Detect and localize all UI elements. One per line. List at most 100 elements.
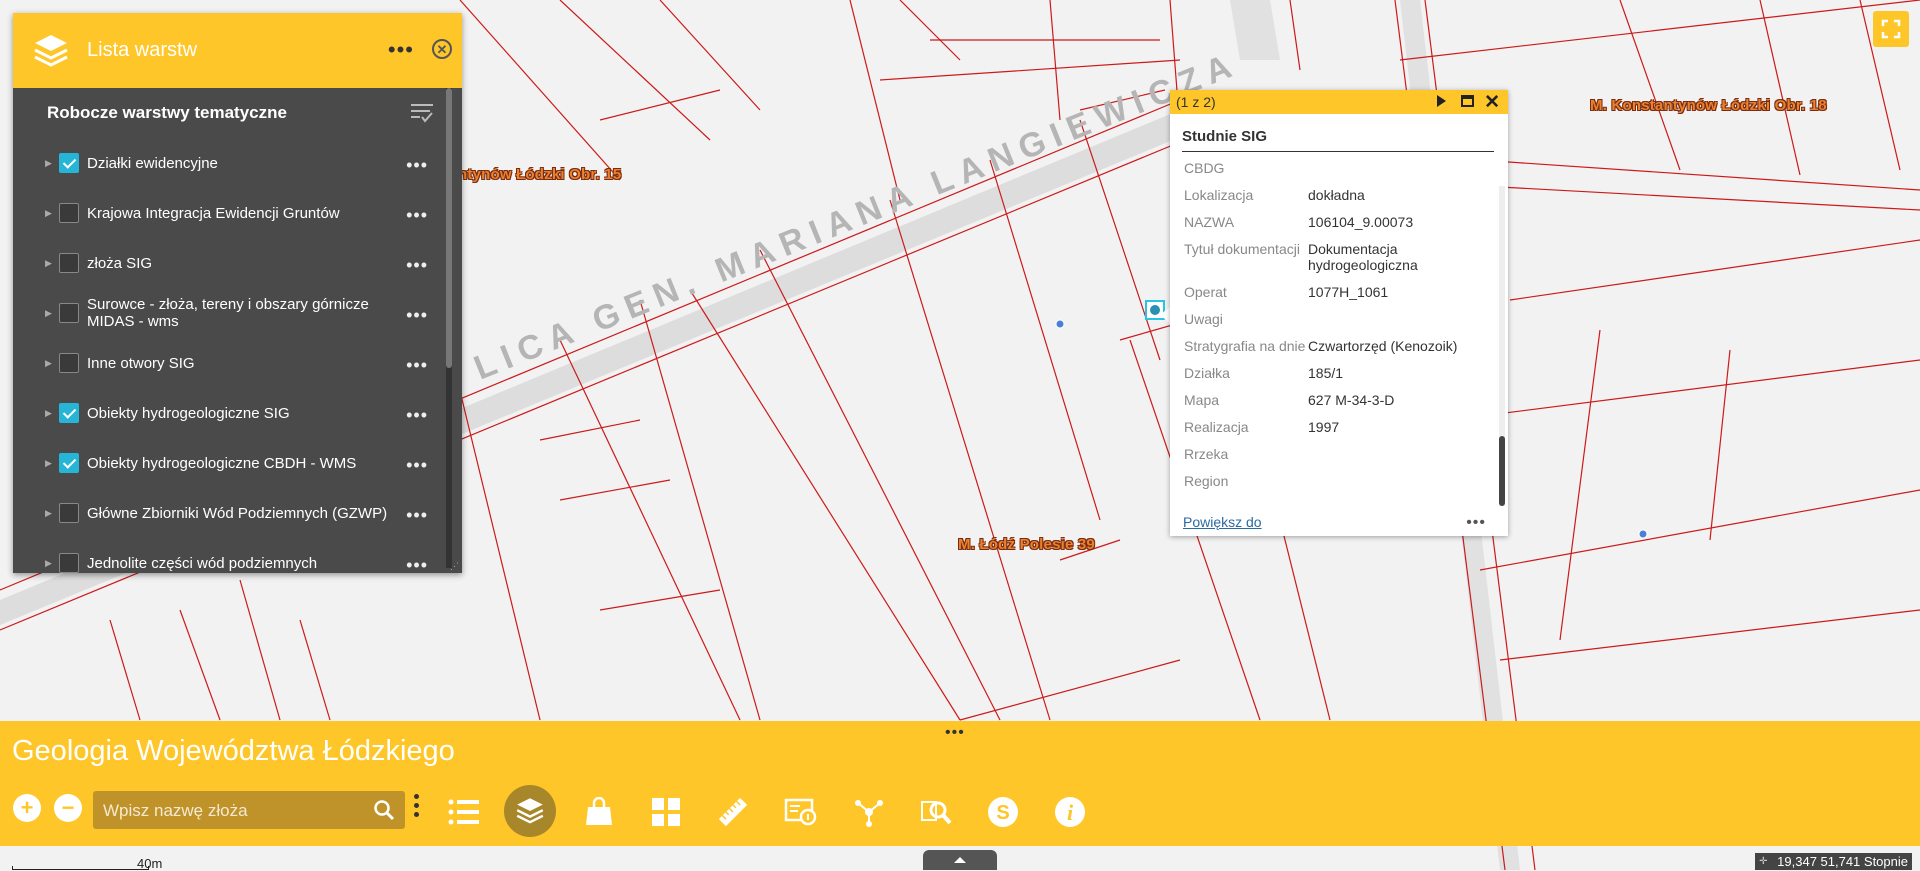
zoom-to-link[interactable]: Powiększ do [1183, 514, 1262, 530]
drag-handle-icon[interactable]: ••• [945, 724, 965, 742]
layer-item[interactable]: ▶ Jednolite części wód podziemnych ••• [13, 538, 462, 573]
s-circle-icon[interactable]: S [978, 787, 1028, 837]
popup-attributes[interactable]: CBDG Lokalizacja dokładna NAZWA 106104_9.0… [1170, 160, 1496, 508]
attribute-key: Region [1184, 473, 1229, 489]
layer-checkbox[interactable] [59, 153, 79, 173]
layer-item[interactable]: ▶ Obiekty hydrogeologiczne SIG ••• [13, 388, 462, 438]
more-icon[interactable]: ••• [388, 37, 414, 63]
section-header: Robocze warstwy tematyczne [13, 88, 462, 138]
close-icon[interactable]: ✕ [432, 39, 452, 59]
layer-options-icon[interactable]: ••• [406, 305, 428, 326]
basemap-bag-icon[interactable] [574, 787, 624, 837]
popup-header: (1 z 2) ✕ [1170, 90, 1508, 114]
attribute-value [1308, 160, 1488, 176]
attribute-row: Region [1184, 473, 1496, 489]
resize-handle-icon[interactable]: ⋰ [450, 561, 460, 571]
layer-checkbox[interactable] [59, 503, 79, 523]
attribute-value: 106104_9.00073 [1308, 214, 1414, 230]
attribute-value: Dokumentacja hydrogeologiczna [1308, 241, 1418, 273]
attribute-key: Stratygrafia na dnie [1184, 338, 1306, 354]
attribute-row: Tytuł dokumentacji Dokumentacja hydrogeol… [1184, 241, 1496, 273]
expand-arrow-icon[interactable]: ▶ [45, 558, 52, 569]
filter-list-icon[interactable] [410, 102, 434, 124]
layer-item[interactable]: ▶ Krajowa Integracja Ewidencji Gruntów •… [13, 188, 462, 238]
layer-checkbox[interactable] [59, 553, 79, 573]
layer-options-icon[interactable]: ••• [406, 455, 428, 476]
layer-label: Obiekty hydrogeologiczne SIG [87, 404, 290, 422]
search-zoom-icon[interactable] [911, 787, 961, 837]
layer-options-icon[interactable]: ••• [406, 205, 428, 226]
search-box [93, 791, 405, 829]
layer-checkbox[interactable] [59, 453, 79, 473]
scale-bar [12, 866, 149, 870]
attribute-value: Czwartorzęd (Kenozoik) [1308, 338, 1458, 354]
expand-arrow-icon[interactable]: ▶ [45, 458, 52, 469]
layer-checkbox[interactable] [59, 403, 79, 423]
expand-arrow-icon[interactable]: ▶ [45, 258, 52, 269]
search-input[interactable] [101, 800, 365, 822]
section-title: Robocze warstwy tematyczne [47, 103, 287, 122]
legend-list-icon[interactable] [439, 787, 489, 837]
next-feature-icon[interactable] [1437, 95, 1446, 107]
layer-label: Krajowa Integracja Ewidencji Gruntów [87, 204, 340, 222]
search-options-icon[interactable] [414, 794, 420, 821]
expand-arrow-icon[interactable]: ▶ [45, 358, 52, 369]
layer-checkbox[interactable] [59, 203, 79, 223]
layer-options-icon[interactable]: ••• [406, 155, 428, 176]
attribute-row: Działka 185/1 [1184, 365, 1496, 381]
layer-item[interactable]: ▶ Główne Zbiorniki Wód Podziemnych (GZWP… [13, 488, 462, 538]
layer-checkbox[interactable] [59, 253, 79, 273]
layer-item[interactable]: ▶ Surowce - złoża, tereny i obszary górn… [13, 288, 462, 338]
layer-label: Surowce - złoża, tereny i obszary górnic… [87, 296, 369, 330]
crosshair-icon: ✛ [1759, 856, 1768, 867]
attribute-value: 1077H_1061 [1308, 284, 1389, 300]
popup-scrollbar[interactable] [1499, 186, 1505, 506]
layers-icon[interactable] [504, 785, 556, 837]
map-info-icon[interactable] [776, 787, 826, 837]
bottom-toolbar: ••• Geologia Województwa Łódzkiego + − S… [0, 721, 1920, 846]
attribute-row: Operat 1077H_1061 [1184, 284, 1496, 300]
expand-arrow-icon[interactable]: ▶ [45, 508, 52, 519]
attribute-value [1308, 473, 1488, 489]
layer-item[interactable]: ▶ Działki ewidencyjne ••• [13, 138, 462, 188]
chevron-up-icon [954, 857, 966, 863]
layer-options-icon[interactable]: ••• [406, 355, 428, 376]
layer-options-icon[interactable]: ••• [406, 255, 428, 276]
zoom-out-button[interactable]: − [54, 794, 82, 822]
svg-text:i: i [1067, 800, 1074, 825]
close-icon[interactable]: ✕ [1484, 91, 1500, 114]
layer-item[interactable]: ▶ złoża SIG ••• [13, 238, 462, 288]
layer-checkbox[interactable] [59, 353, 79, 373]
layer-checkbox[interactable] [59, 303, 79, 323]
attribute-value: dokładna [1308, 187, 1365, 203]
grid-icon[interactable] [641, 787, 691, 837]
expand-panel-button[interactable] [923, 850, 997, 870]
expand-arrow-icon[interactable]: ▶ [45, 308, 52, 319]
expand-arrow-icon[interactable]: ▶ [45, 158, 52, 169]
feature-popup: (1 z 2) ✕ Studnie SIG CBDG Lokalizacja do… [1170, 90, 1508, 536]
info-circle-icon[interactable]: i [1045, 787, 1095, 837]
network-icon[interactable] [844, 787, 894, 837]
attribute-value [1308, 446, 1488, 462]
attribute-key: Rrzeka [1184, 446, 1229, 462]
search-icon[interactable] [373, 799, 395, 821]
zoom-in-button[interactable]: + [13, 794, 41, 822]
attribute-row: CBDG [1184, 160, 1496, 176]
layer-item[interactable]: ▶ Obiekty hydrogeologiczne CBDH - WMS ••… [13, 438, 462, 488]
coordinates-readout[interactable]: ✛ 19,347 51,741 Stopnie [1755, 853, 1912, 870]
parcel-label: M. Łódź Polesie 39 [958, 536, 1095, 553]
layer-item[interactable]: ▶ Inne otwory SIG ••• [13, 338, 462, 388]
popup-title: Studnie SIG [1182, 128, 1494, 152]
maximize-icon[interactable] [1461, 95, 1474, 107]
measure-ruler-icon[interactable] [708, 787, 758, 837]
layer-options-icon[interactable]: ••• [406, 405, 428, 426]
layer-list[interactable]: ▶ Działki ewidencyjne ••• ▶ Krajowa Inte… [13, 138, 462, 573]
parcel-label: M. Konstantynów Łódzki Obr. 18 [1590, 97, 1827, 114]
expand-arrow-icon[interactable]: ▶ [45, 408, 52, 419]
more-icon[interactable]: ••• [1466, 514, 1486, 532]
fullscreen-button[interactable] [1873, 11, 1909, 47]
expand-arrow-icon[interactable]: ▶ [45, 208, 52, 219]
panel-scrollbar[interactable] [446, 88, 452, 568]
layer-options-icon[interactable]: ••• [406, 555, 428, 573]
layer-options-icon[interactable]: ••• [406, 505, 428, 526]
